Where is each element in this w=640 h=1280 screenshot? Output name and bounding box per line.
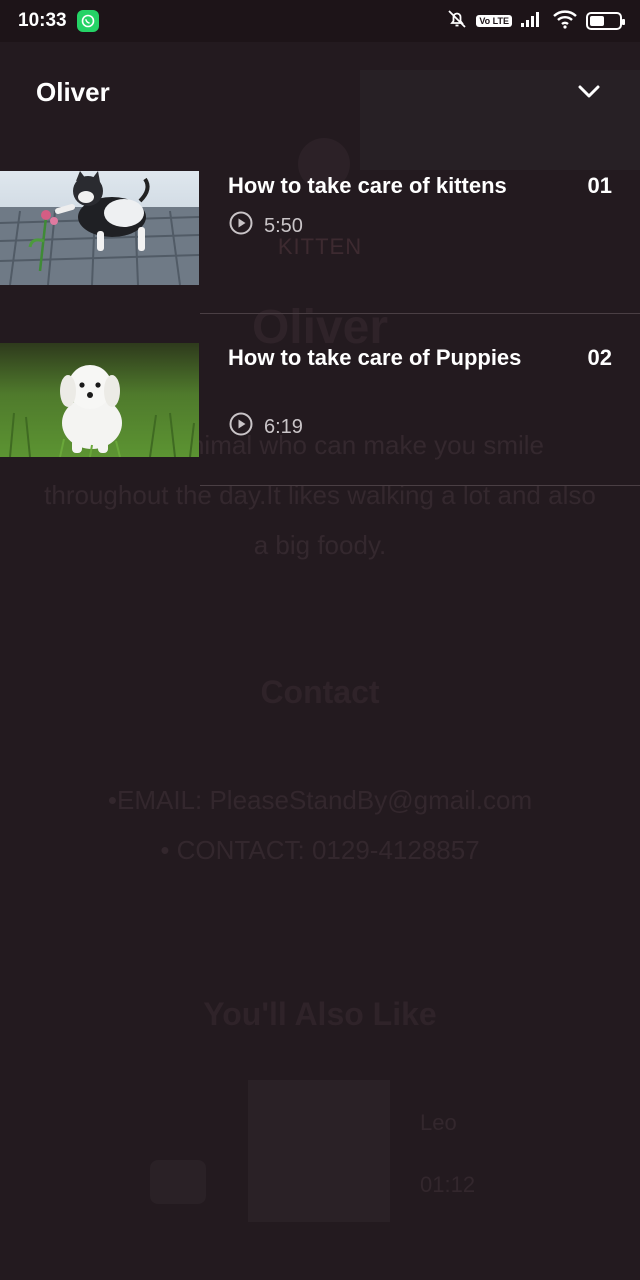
whatsapp-icon — [76, 10, 99, 32]
mute-icon — [446, 8, 468, 35]
background-card-number: 01:12 — [420, 1172, 476, 1197]
sheet-title: Oliver — [36, 76, 110, 107]
background-email: •EMAIL: PleaseStandBy@gmail.com — [107, 785, 533, 815]
status-icons: Vo LTE — [446, 8, 625, 35]
episode-item-1[interactable]: How to take care of kittens 01 5:50 — [0, 171, 640, 291]
status-time: 10:33 — [18, 10, 67, 31]
kitten-thumbnail — [0, 171, 199, 285]
episode-number: 01 — [587, 173, 612, 198]
chevron-down-icon[interactable] — [574, 77, 604, 107]
background-card-name: Leo — [420, 1110, 457, 1135]
divider — [200, 313, 640, 314]
episode-title: How to take care of Puppies — [228, 345, 522, 370]
duration-text: 6:19 — [264, 415, 303, 438]
duration-text: 5:50 — [264, 214, 303, 237]
episode-duration: 5:50 — [228, 210, 303, 242]
background-phone: • CONTACT: 0129-4128857 — [160, 835, 480, 865]
battery-icon — [586, 12, 625, 30]
puppy-thumbnail — [0, 343, 199, 457]
background-small-thumb — [150, 1160, 206, 1204]
battery-fill — [590, 16, 604, 26]
episode-item-2[interactable]: How to take care of Puppies 02 6:19 — [0, 343, 640, 463]
background-contact: •EMAIL: PleaseStandBy@gmail.com • CONTAC… — [0, 775, 640, 875]
play-circle-icon — [228, 411, 254, 443]
episode-number: 02 — [587, 345, 612, 370]
background-card-image — [248, 1080, 390, 1222]
episode-duration: 6:19 — [228, 411, 303, 443]
signal-icon — [520, 10, 544, 33]
wifi-icon — [552, 9, 578, 34]
sheet-header: Oliver — [0, 42, 640, 142]
background-contact-heading: Contact — [260, 674, 380, 710]
divider — [200, 485, 640, 486]
episode-title: How to take care of kittens — [228, 173, 507, 198]
background-also-like-heading: You'll Also Like — [203, 996, 437, 1032]
status-bar: 10:33 Vo LTE — [0, 0, 640, 42]
play-circle-icon — [228, 210, 254, 242]
volte-badge: Vo LTE — [476, 15, 512, 27]
